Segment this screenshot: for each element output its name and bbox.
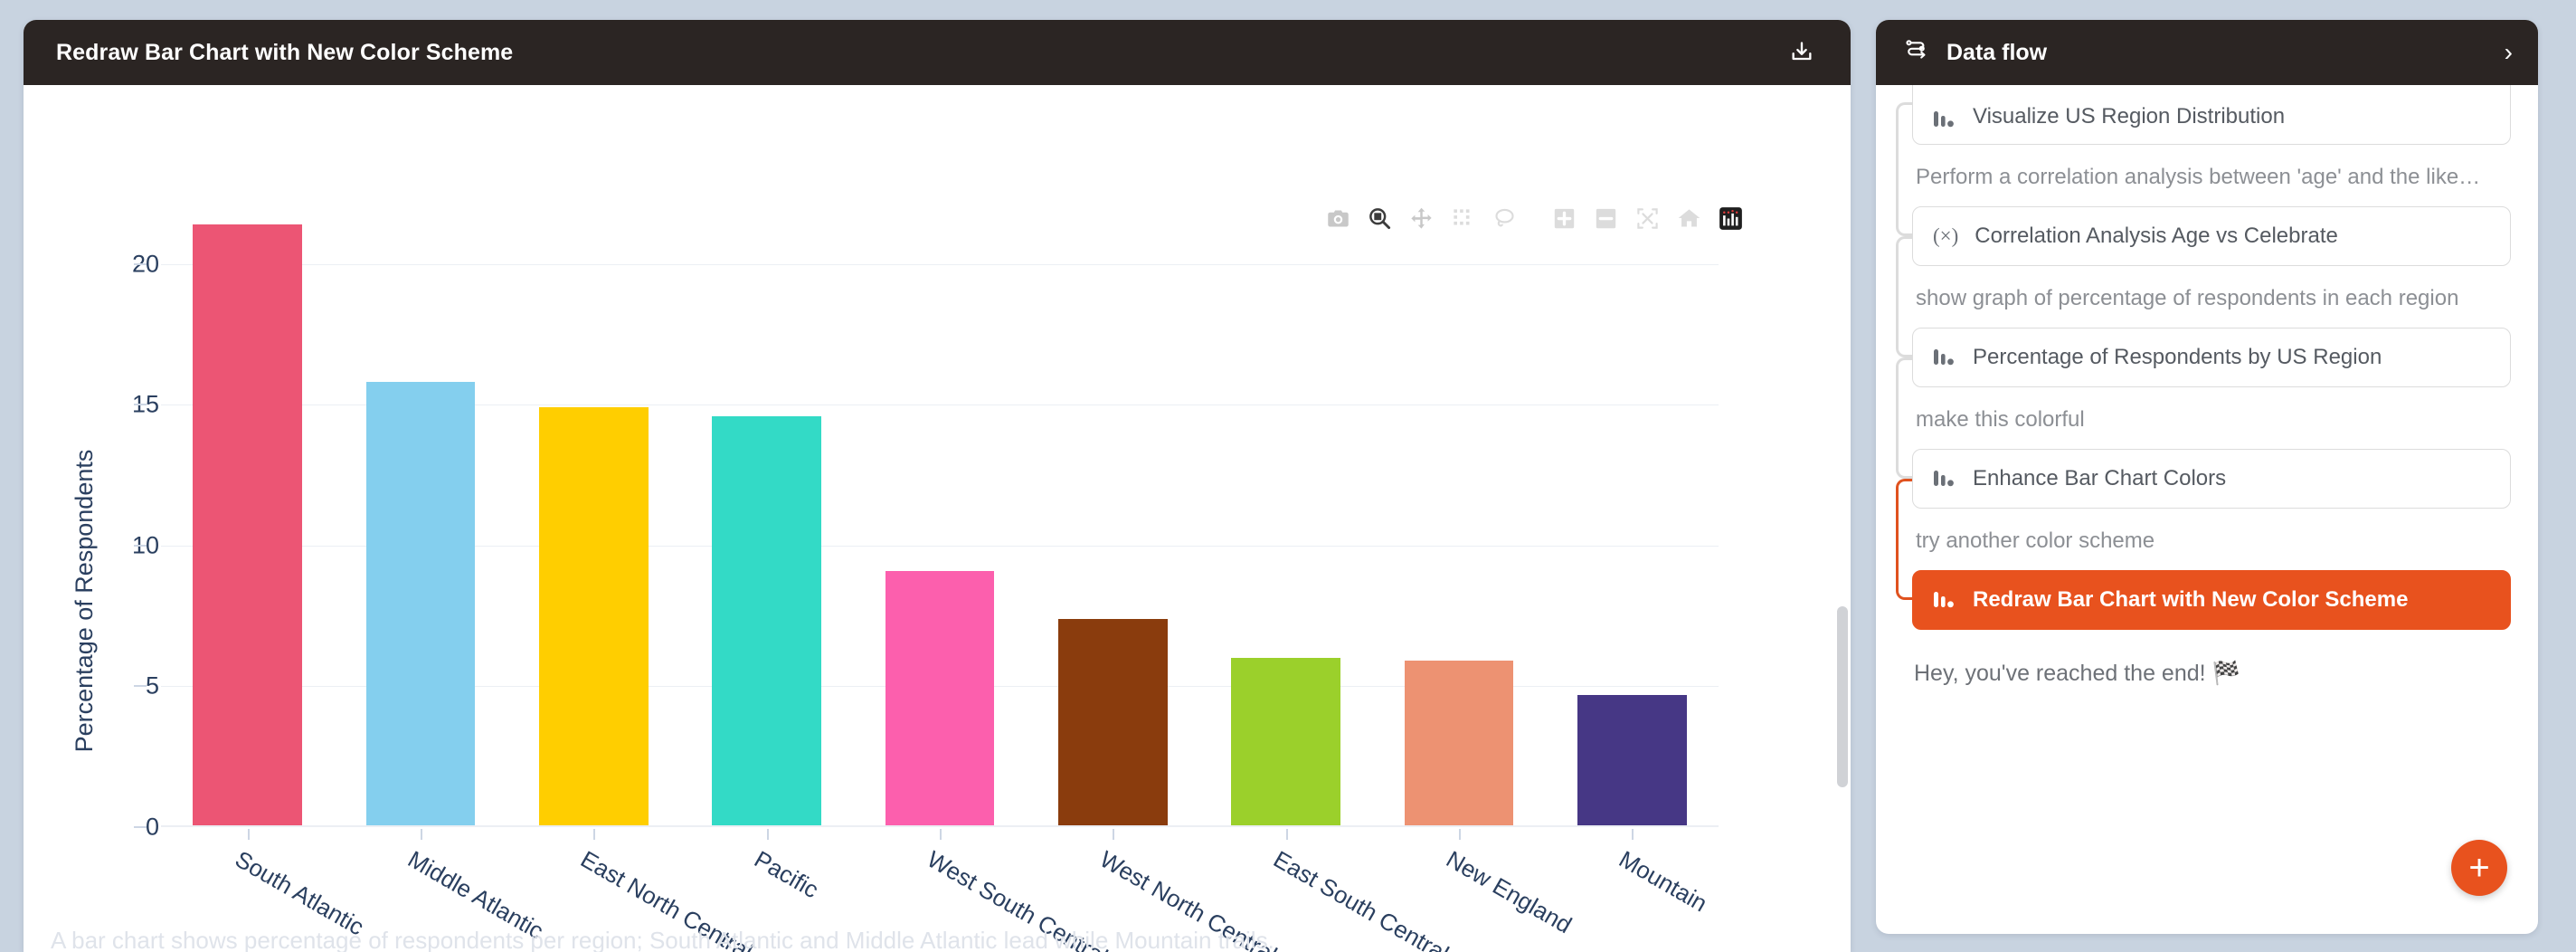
bar[interactable] bbox=[1404, 661, 1514, 827]
plot-area bbox=[161, 194, 1719, 827]
bar-slot bbox=[1199, 194, 1372, 827]
x-axis-tick-mark bbox=[1458, 829, 1461, 840]
bar-slot bbox=[680, 194, 853, 827]
flow-prompt-text: make this colorful bbox=[1916, 407, 2085, 432]
data-flow-panel: Data flow › Visualize US Region Distribu… bbox=[1876, 20, 2538, 934]
y-axis-tick-mark bbox=[134, 544, 147, 547]
flow-step-item[interactable]: Visualize US Region Distribution bbox=[1912, 85, 2511, 145]
y-axis: 0 5 10 15 20 bbox=[24, 194, 159, 945]
chart-card: Redraw Bar Chart with New Color Scheme P… bbox=[24, 20, 1851, 952]
flow-step-wrapper: Percentage of Respondents by US Region bbox=[1894, 328, 2511, 387]
flow-step-wrapper: Redraw Bar Chart with New Color Scheme bbox=[1894, 570, 2511, 630]
add-step-button[interactable]: + bbox=[2451, 840, 2507, 896]
bar-slot bbox=[853, 194, 1026, 827]
page-title: Redraw Bar Chart with New Color Scheme bbox=[56, 39, 514, 65]
flow-step-label: Redraw Bar Chart with New Color Scheme bbox=[1973, 587, 2409, 612]
flow-step-wrapper: (×) Correlation Analysis Age vs Celebrate bbox=[1894, 206, 2511, 266]
bar[interactable] bbox=[365, 382, 476, 827]
x-axis-tick-mark bbox=[420, 829, 422, 840]
flow-step-label: Visualize US Region Distribution bbox=[1973, 104, 2286, 129]
flow-connector bbox=[1896, 479, 1912, 600]
bar[interactable] bbox=[539, 407, 649, 827]
bar[interactable] bbox=[1231, 658, 1340, 827]
chart-card-header: Redraw Bar Chart with New Color Scheme bbox=[24, 20, 1851, 85]
chart-scrollbar[interactable] bbox=[1836, 190, 1849, 952]
flow-step-wrapper: Visualize US Region Distribution bbox=[1894, 85, 2511, 145]
bar-chart-icon bbox=[1933, 347, 1956, 367]
flow-connector bbox=[1896, 102, 1912, 236]
flow-step-item[interactable]: (×) Correlation Analysis Age vs Celebrate bbox=[1912, 206, 2511, 266]
bar-series bbox=[161, 194, 1719, 827]
bar[interactable] bbox=[1577, 694, 1687, 827]
flow-prompt-text: show graph of percentage of respondents … bbox=[1916, 286, 2459, 310]
chart-body: Percentage of Respondents 0 5 10 15 20 South… bbox=[24, 85, 1851, 952]
bar-slot bbox=[161, 194, 334, 827]
chevron-right-icon[interactable]: › bbox=[2505, 40, 2513, 65]
bar[interactable] bbox=[1058, 618, 1168, 827]
x-axis-tick-mark bbox=[1285, 829, 1288, 840]
bar-slot bbox=[1027, 194, 1199, 827]
y-axis-tick-mark bbox=[134, 262, 147, 265]
x-axis-tick-label: Pacific bbox=[749, 845, 823, 904]
flow-step-label: Enhance Bar Chart Colors bbox=[1973, 466, 2227, 490]
data-flow-title: Data flow bbox=[1946, 39, 2048, 65]
flow-connector bbox=[1896, 357, 1912, 479]
y-axis-tick-mark bbox=[134, 685, 147, 688]
flow-step-label: Correlation Analysis Age vs Celebrate bbox=[1975, 224, 2338, 248]
download-icon[interactable] bbox=[1784, 34, 1820, 71]
app-root: Redraw Bar Chart with New Color Scheme P… bbox=[0, 0, 2576, 952]
x-axis-tick-mark bbox=[939, 829, 942, 840]
function-icon: (×) bbox=[1933, 224, 1959, 247]
chart-scrollbar-thumb[interactable] bbox=[1837, 606, 1848, 787]
bar[interactable] bbox=[712, 415, 821, 827]
data-flow-list[interactable]: Visualize US Region Distribution Perform … bbox=[1876, 85, 2538, 934]
flow-end-note: Hey, you've reached the end! 🏁 bbox=[1914, 661, 2240, 686]
flow-prompt-text: Perform a correlation analysis between '… bbox=[1916, 165, 2481, 189]
flow-prompt-text: try another color scheme bbox=[1916, 528, 2155, 553]
flow-step-item[interactable]: Percentage of Respondents by US Region bbox=[1912, 328, 2511, 387]
y-axis-tick-mark bbox=[134, 404, 147, 406]
x-axis-tick-mark bbox=[247, 829, 250, 840]
y-axis-tick-mark bbox=[134, 826, 147, 828]
bar-slot bbox=[1372, 194, 1545, 827]
chart-caption-text: A bar chart shows percentage of responde… bbox=[51, 928, 1274, 952]
flow-step-item[interactable]: Redraw Bar Chart with New Color Scheme bbox=[1912, 570, 2511, 630]
data-flow-icon bbox=[1903, 37, 1930, 69]
bar[interactable] bbox=[885, 570, 995, 827]
data-flow-header: Data flow › bbox=[1876, 20, 2538, 85]
x-axis-tick-mark bbox=[1113, 829, 1115, 840]
bar-chart-plot: Percentage of Respondents 0 5 10 15 20 South… bbox=[24, 194, 1796, 952]
x-axis-tick-mark bbox=[593, 829, 596, 840]
x-axis-tick-mark bbox=[1632, 829, 1634, 840]
bar-slot bbox=[507, 194, 680, 827]
flow-step-item[interactable]: Enhance Bar Chart Colors bbox=[1912, 449, 2511, 509]
bar[interactable] bbox=[193, 224, 302, 827]
bar-chart-icon bbox=[1933, 590, 1956, 610]
bar-slot bbox=[334, 194, 507, 827]
x-axis-tick-mark bbox=[766, 829, 769, 840]
flow-connector bbox=[1896, 236, 1912, 357]
flow-step-label: Percentage of Respondents by US Region bbox=[1973, 345, 2382, 369]
bar-slot bbox=[1546, 194, 1719, 827]
bar-chart-icon bbox=[1933, 109, 1956, 129]
x-axis-line bbox=[161, 825, 1719, 827]
flow-step-wrapper: Enhance Bar Chart Colors bbox=[1894, 449, 2511, 509]
bar-chart-icon bbox=[1933, 469, 1956, 489]
x-axis-tick-label: Mountain bbox=[1615, 845, 1712, 918]
